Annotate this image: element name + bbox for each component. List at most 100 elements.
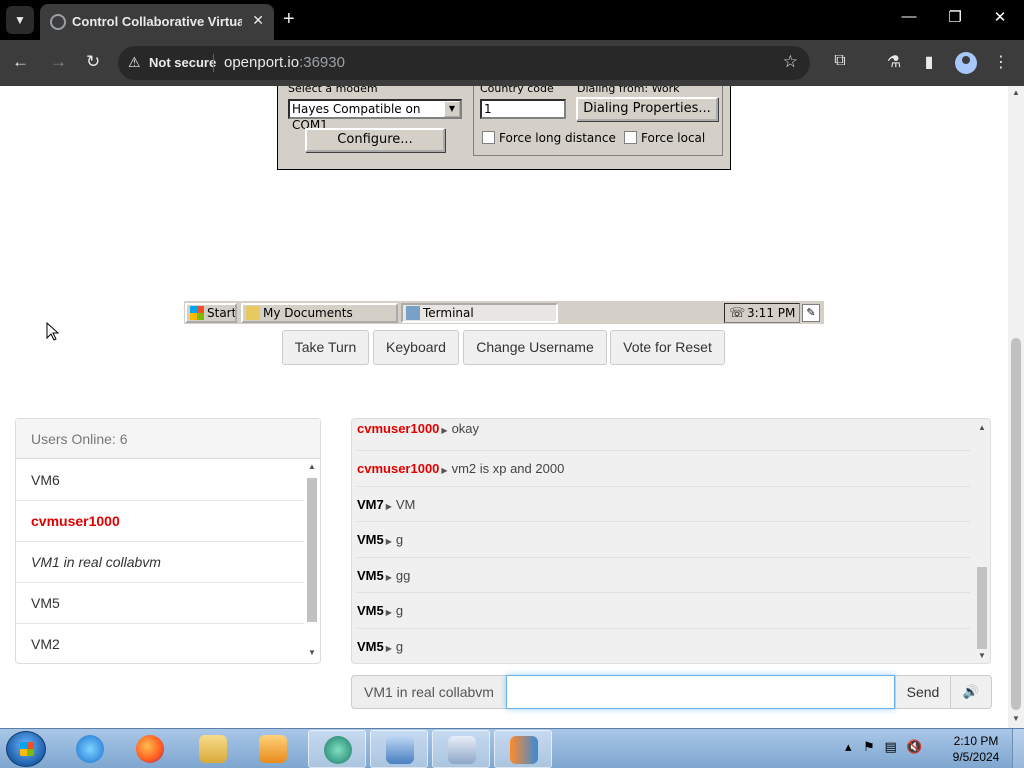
folder-icon [199,735,227,763]
user-list-item-self[interactable]: cvmuser1000 [16,501,304,542]
show-desktop-button[interactable] [1012,729,1024,768]
vm-task-my-documents[interactable]: My Documents [241,303,398,323]
profile-icon[interactable] [955,52,977,74]
chat-message: VM7 ▶ VM [357,487,970,522]
scrollbar-thumb[interactable] [977,567,987,649]
scroll-down-icon[interactable]: ▼ [1008,714,1024,723]
os-taskbar: ▴ ⚑ ▤ 🔇 2:10 PM 9/5/2024 [0,728,1024,768]
browser-toolbar: ← → ↻ ⚠ Not secure openport.io:36930 ☆ ⧉… [0,40,1024,86]
force-long-distance-checkbox[interactable]: Force long distance [482,131,616,145]
volume-icon[interactable]: 🔊 [950,675,992,709]
windows-logo-icon [20,742,34,756]
chat-text: g [395,638,404,654]
page-scrollbar[interactable]: ▲ ▼ [1008,86,1024,728]
scroll-down-icon[interactable]: ▼ [974,651,990,660]
network-icon[interactable]: ▤ [884,739,896,754]
url-text[interactable]: openport.io:36930 [224,54,345,71]
extensions-icon[interactable]: ⧉ [829,52,851,70]
user-list-item[interactable]: VM6 [16,460,304,501]
back-button[interactable]: ← [12,52,29,72]
dialing-properties-button[interactable]: Dialing Properties... [576,97,718,121]
modem-select[interactable]: Hayes Compatible on COM1 ▼ [288,99,462,132]
users-scrollbar[interactable]: ▲ ▼ [304,460,320,664]
take-turn-button[interactable]: Take Turn [282,330,369,365]
labs-icon[interactable]: ⚗ [883,52,905,72]
taskbar-app-control-panel[interactable] [370,730,428,768]
users-list[interactable]: VM6 cvmuser1000 VM1 in real collabvm VM5… [16,460,304,664]
arrow-right-icon: ▶ [385,608,392,617]
sidebar-icon[interactable]: ▮ [918,52,940,72]
send-button[interactable]: Send [895,675,951,709]
chat-text: g [395,603,404,618]
tab-search-button[interactable]: ▼ [6,6,34,34]
new-tab-button[interactable]: + [283,8,295,31]
configure-button[interactable]: Configure... [305,128,445,152]
chat-scrollbar[interactable]: ▲ ▼ [974,419,990,663]
chat-username: cvmuser1000 [357,421,440,436]
user-list-item[interactable]: VM1 in real collabvm [16,542,304,583]
scroll-up-icon[interactable]: ▲ [304,462,320,471]
chat-username: VM5 [357,638,384,654]
url-host: openport.io [224,54,300,71]
vote-reset-button[interactable]: Vote for Reset [610,330,725,365]
chat-message: VM5 ▶ g [357,593,970,629]
show-hidden-icons-icon[interactable]: ▴ [845,739,852,754]
arrow-right-icon: ▶ [385,501,392,511]
arrow-right-icon: ▶ [441,466,448,475]
scroll-down-icon[interactable]: ▼ [304,648,320,657]
chat-text: VM [395,496,416,512]
chat-text: vm2 is xp and 2000 [451,461,565,476]
scrollbar-thumb[interactable] [307,478,317,622]
folder-icon [246,306,260,320]
country-code-input[interactable]: 1 [480,99,566,119]
taskbar-app-devices[interactable] [432,730,490,768]
user-list-item[interactable]: VM5 [16,583,304,624]
browser-icon [324,736,352,764]
reload-button[interactable]: ↻ [86,52,100,72]
close-window-button[interactable]: ✕ [985,8,1015,26]
flag-icon[interactable]: ⚑ [863,739,875,754]
globe-icon [50,14,66,30]
scroll-up-icon[interactable]: ▲ [1008,88,1024,97]
taskbar-app-vm[interactable] [494,730,552,768]
taskbar-app-media-player[interactable] [244,730,302,768]
minimize-button[interactable]: — [894,8,924,25]
vm-start-button[interactable]: Start [185,303,237,323]
notepad-icon[interactable]: ✎ [802,304,820,322]
change-username-button[interactable]: Change Username [463,330,607,365]
scroll-up-icon[interactable]: ▲ [974,423,990,432]
vm-task-terminal[interactable]: Terminal [401,303,558,323]
start-button[interactable] [6,731,46,767]
force-local-checkbox[interactable]: Force local [624,131,705,145]
close-tab-icon[interactable]: ✕ [252,12,264,29]
chat-input[interactable] [506,675,895,709]
chat-message: VM5 ▶ gg [357,558,970,593]
forward-button[interactable]: → [50,52,67,72]
vm-taskbar[interactable]: Start My Documents Terminal ☏ 3:11 PM ✎ [184,300,824,324]
modem-label: Select a modem [288,86,378,95]
taskbar-app-explorer[interactable] [184,730,242,768]
scrollbar-thumb[interactable] [1011,338,1021,710]
keyboard-button[interactable]: Keyboard [373,330,459,365]
security-chip[interactable]: Not secure [149,55,216,70]
menu-icon[interactable]: ⋮ [990,52,1012,72]
taskbar-app-firefox[interactable] [121,730,179,768]
dropdown-arrow-icon[interactable]: ▼ [444,101,460,117]
arrow-right-icon: ▶ [441,426,448,435]
volume-muted-icon[interactable]: 🔇 [906,739,922,754]
star-icon[interactable]: ☆ [783,52,798,72]
vm-modem-dialog[interactable]: Select a modem Hayes Compatible on COM1 … [277,86,731,170]
user-list-item[interactable]: VM2 [16,624,304,664]
chat-message: cvmuser1000 ▶ okay [357,419,970,451]
address-bar[interactable]: ⚠ Not secure openport.io:36930 ☆ [118,46,810,80]
taskbar-app-browser[interactable] [308,730,366,768]
chat-panel: cvmuser1000 ▶ okay cvmuser1000 ▶ vm2 is xp a… [351,418,991,664]
taskbar-clock[interactable]: 2:10 PM 9/5/2024 [946,733,1006,765]
users-online-header: Users Online: 6 [16,419,320,459]
restore-button[interactable]: ❐ [940,8,970,26]
vm-task-label: Terminal [423,306,474,320]
control-panel-icon [386,736,414,764]
vm-clock: 3:11 PM [747,306,796,320]
taskbar-app-ie[interactable] [61,730,119,768]
browser-tab[interactable]: Control Collaborative Virtual M ✕ [40,4,274,40]
